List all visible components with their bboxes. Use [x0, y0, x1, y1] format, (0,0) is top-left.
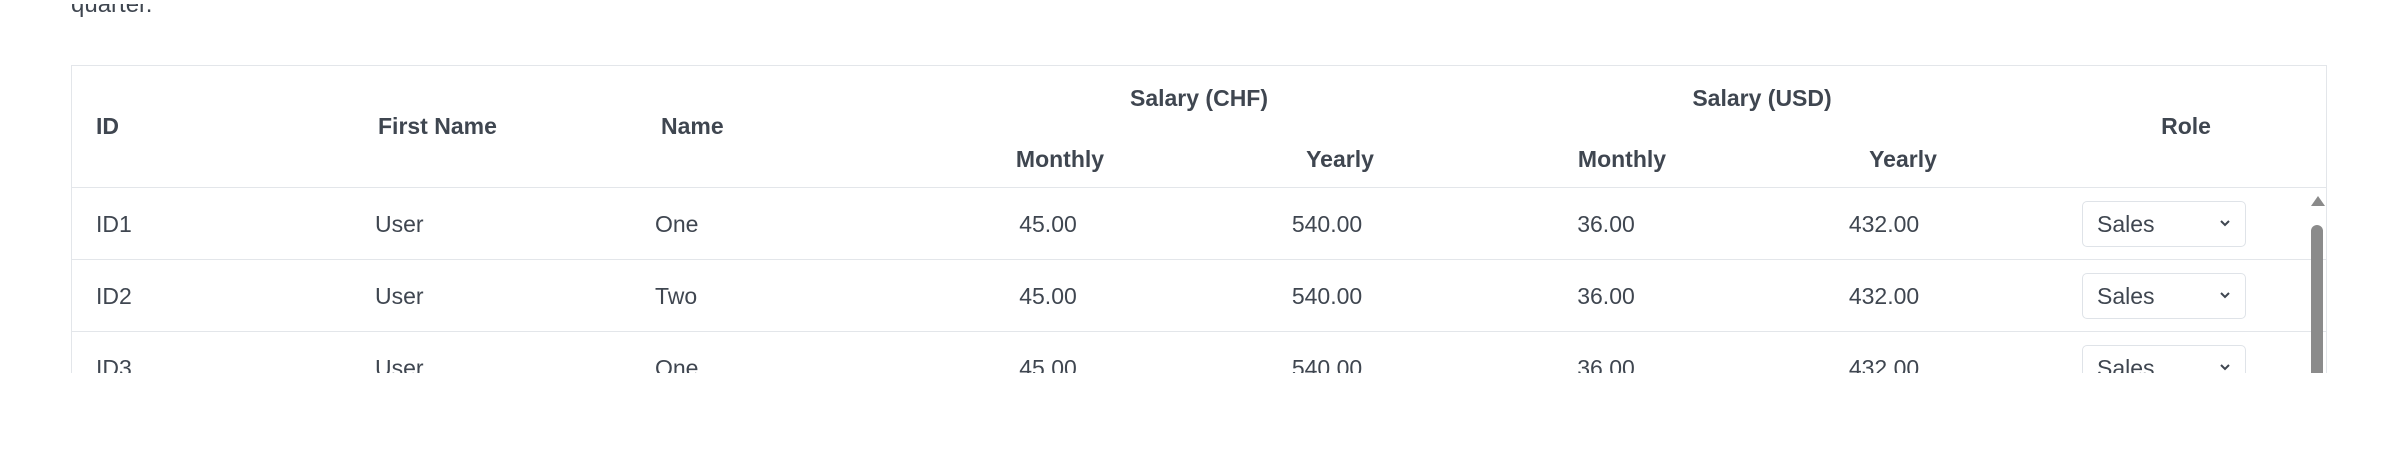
cell-name: One	[655, 355, 699, 373]
triangle-up-icon[interactable]	[2311, 196, 2325, 206]
cell-usd-monthly: 36.00	[1577, 211, 1635, 237]
chevron-down-icon	[2220, 292, 2230, 299]
role-select-value: Sales	[2097, 355, 2155, 373]
cell-first-name: User	[375, 355, 424, 373]
cell-usd-yearly: 432.00	[1848, 355, 1920, 373]
cell-chf-monthly: 45.00	[1019, 283, 1077, 309]
salary-table: ID First Name Name Salary (CHF) Monthly …	[71, 65, 2327, 373]
role-select[interactable]: Sales	[2082, 273, 2246, 319]
header-id[interactable]: ID	[96, 113, 119, 140]
header-salary-chf: Salary (CHF)	[1129, 85, 1269, 111]
table-row: ID3 User One 45.00 540.00 36.00 432.00 S…	[72, 332, 2326, 373]
cell-chf-yearly: 540.00	[1291, 355, 1363, 373]
cell-usd-monthly: 36.00	[1577, 355, 1635, 373]
header-usd-monthly[interactable]: Monthly	[1578, 146, 1666, 173]
intro-text-label: quarter.	[71, 4, 153, 18]
role-select-value: Sales	[2097, 211, 2155, 237]
cell-id: ID2	[96, 283, 132, 309]
header-usd-yearly[interactable]: Yearly	[1869, 146, 1937, 173]
chevron-down-icon	[2220, 220, 2230, 227]
cell-name: Two	[655, 283, 698, 309]
cell-chf-yearly: 540.00	[1291, 283, 1363, 309]
cell-usd-monthly: 36.00	[1577, 283, 1635, 309]
header-role[interactable]: Role	[2161, 113, 2211, 140]
header-chf-monthly[interactable]: Monthly	[1016, 146, 1104, 173]
header-salary-usd: Salary (USD)	[1692, 85, 1832, 111]
table-header: ID First Name Name Salary (CHF) Monthly …	[72, 66, 2326, 188]
cell-id: ID1	[96, 211, 132, 237]
cell-name: One	[655, 211, 699, 237]
cell-usd-yearly: 432.00	[1848, 211, 1920, 237]
scrollbar-thumb[interactable]	[2311, 225, 2323, 373]
header-chf-yearly[interactable]: Yearly	[1306, 146, 1374, 173]
cell-usd-yearly: 432.00	[1848, 283, 1920, 309]
role-select-value: Sales	[2097, 283, 2155, 309]
cell-id: ID3	[96, 355, 132, 373]
intro-text: quarter.	[71, 4, 152, 30]
cell-first-name: User	[375, 283, 424, 309]
header-first-name[interactable]: First Name	[378, 113, 497, 140]
table-body: ID1 User One 45.00 540.00 36.00 432.00 S…	[72, 188, 2326, 373]
chevron-down-icon	[2220, 364, 2230, 371]
cell-chf-monthly: 45.00	[1019, 355, 1077, 373]
role-select[interactable]: Sales	[2082, 345, 2246, 373]
cell-chf-monthly: 45.00	[1019, 211, 1077, 237]
header-name[interactable]: Name	[661, 113, 724, 140]
table-row: ID1 User One 45.00 540.00 36.00 432.00 S…	[72, 188, 2326, 260]
cell-chf-yearly: 540.00	[1291, 211, 1363, 237]
vertical-scrollbar[interactable]	[2308, 188, 2326, 373]
role-select[interactable]: Sales	[2082, 201, 2246, 247]
table-row: ID2 User Two 45.00 540.00 36.00 432.00 S…	[72, 260, 2326, 332]
cell-first-name: User	[375, 211, 424, 237]
